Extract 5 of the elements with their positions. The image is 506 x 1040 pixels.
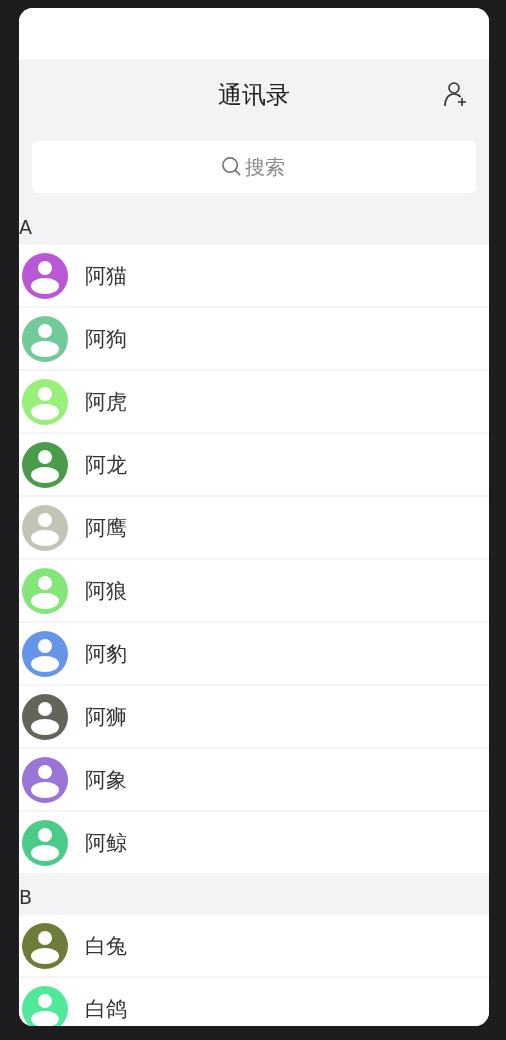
search-field[interactable]: 搜索 — [32, 141, 476, 193]
add-contact-icon[interactable] — [443, 81, 469, 107]
section-header: A — [19, 205, 489, 245]
section-header: B — [19, 875, 489, 915]
page-title: 通讯录 — [218, 80, 290, 111]
